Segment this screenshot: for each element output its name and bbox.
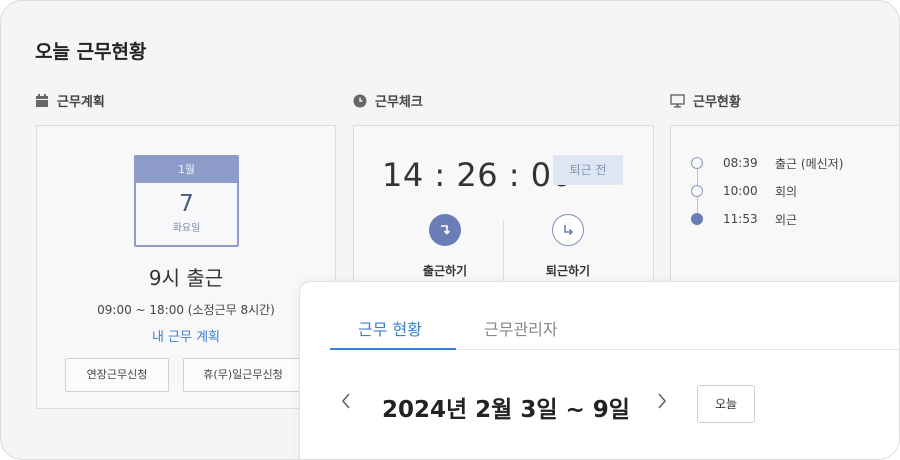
status-badge: 퇴근 전 — [553, 155, 623, 185]
chevron-right-icon[interactable] — [656, 392, 668, 415]
timeline-dot — [691, 185, 703, 197]
timeline-label: 외근 — [775, 212, 798, 227]
calendar-icon — [35, 93, 49, 108]
overtime-request-button[interactable]: 연장근무신청 — [65, 358, 169, 392]
active-tab-indicator — [330, 348, 456, 350]
clock-in-label: 출근하기 — [422, 264, 468, 278]
current-time: 14 : 26 : 00 — [382, 156, 573, 194]
timeline-label: 출근 (메신저) — [775, 156, 844, 171]
tab-bar: 근무 현황 근무관리자 — [330, 282, 899, 350]
timeline-dot — [691, 213, 703, 225]
plan-start-text: 9시 출근 — [148, 266, 224, 290]
timeline-time: 10:00 — [723, 184, 758, 198]
week-range-label: 2024년 2월 3일 ~ 9일 — [382, 397, 630, 423]
timeline-dot — [691, 157, 703, 169]
check-divider — [503, 220, 504, 290]
section-status-label: 근무현황 — [693, 95, 741, 110]
clock-out-label: 퇴근하기 — [545, 264, 591, 278]
section-check-label: 근무체크 — [375, 95, 423, 110]
work-status-card: 근무 현황 근무관리자 2024년 2월 3일 ~ 9일 오늘 — [299, 281, 899, 459]
chevron-left-icon[interactable] — [340, 392, 352, 415]
section-plan-heading: 근무계획 — [35, 91, 105, 110]
timeline-time: 11:53 — [723, 212, 758, 226]
work-plan-panel: 1월 7 화요일 9시 출근 09:00 ~ 18:00 (소정근무 8시간) … — [36, 125, 336, 409]
section-plan-label: 근무계획 — [57, 95, 105, 110]
section-status-heading: 근무현황 — [670, 91, 741, 110]
calendar-weekday: 화요일 — [172, 223, 201, 234]
timeline-item: 10:00 회의 — [691, 182, 797, 200]
timeline-time: 08:39 — [723, 156, 758, 170]
clock-out-icon — [552, 214, 584, 246]
app-frame: 오늘 근무현황 근무계획 근무체크 근무현황 1월 7 화요일 9시 출근 09… — [0, 0, 900, 460]
calendar-month: 1월 — [136, 157, 237, 183]
today-button[interactable]: 오늘 — [697, 385, 755, 423]
my-work-plan-link[interactable]: 내 근무 계획 — [37, 326, 335, 345]
monitor-icon — [670, 93, 685, 108]
calendar-card: 1월 7 화요일 — [134, 155, 239, 247]
timeline-item: 08:39 출근 (메신저) — [691, 154, 843, 172]
calendar-day: 7 — [179, 191, 194, 217]
timeline-label: 회의 — [775, 184, 798, 199]
clock-in-icon — [429, 214, 461, 246]
plan-hours: 09:00 ~ 18:00 (소정근무 8시간) — [97, 303, 275, 317]
timeline-item: 11:53 외근 — [691, 210, 797, 228]
clock-icon — [353, 94, 367, 108]
tab-work-manager[interactable]: 근무관리자 — [484, 316, 558, 340]
holiday-work-request-button[interactable]: 휴(무)일근무신청 — [183, 358, 303, 392]
tab-work-status[interactable]: 근무 현황 — [358, 316, 422, 340]
clock-out-button[interactable]: 퇴근하기 — [523, 214, 613, 279]
section-check-heading: 근무체크 — [353, 91, 423, 110]
page-title: 오늘 근무현황 — [35, 41, 147, 63]
clock-in-button[interactable]: 출근하기 — [400, 214, 490, 279]
